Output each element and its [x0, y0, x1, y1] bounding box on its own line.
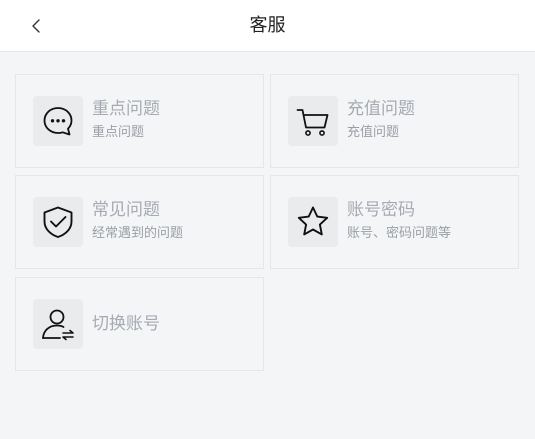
- card-icon-box: [288, 96, 338, 146]
- card-key-issues[interactable]: 重点问题 重点问题: [15, 74, 264, 168]
- star-icon: [297, 206, 329, 236]
- shield-check-icon: [43, 206, 73, 238]
- shopping-cart-icon: [296, 109, 329, 136]
- card-icon-box: [33, 96, 83, 146]
- chat-bubble-icon: [43, 107, 73, 136]
- card-title: 常见问题: [92, 200, 160, 220]
- card-subtitle: 账号、密码问题等: [347, 226, 452, 241]
- card-title: 账号密码: [347, 200, 415, 220]
- card-icon-box: [288, 197, 338, 247]
- card-common-issues[interactable]: 常见问题 经常遇到的问题: [15, 175, 264, 269]
- card-title: 充值问题: [347, 99, 415, 119]
- card-title: 重点问题: [92, 99, 160, 119]
- card-account-password[interactable]: 账号密码 账号、密码问题等: [270, 175, 519, 269]
- card-title: 切换账号: [92, 314, 160, 334]
- card-icon-box: [33, 197, 83, 247]
- card-icon-box: [33, 299, 83, 349]
- card-subtitle: 经常遇到的问题: [92, 226, 184, 241]
- user-switch-icon: [42, 309, 74, 341]
- card-subtitle: 充值问题: [347, 125, 400, 140]
- header-bar: 客服: [0, 0, 535, 52]
- card-subtitle: 重点问题: [92, 125, 145, 140]
- page-title: 客服: [249, 15, 286, 36]
- card-recharge-issues[interactable]: 充值问题 充值问题: [270, 74, 519, 168]
- card-switch-account[interactable]: 切换账号: [15, 277, 264, 371]
